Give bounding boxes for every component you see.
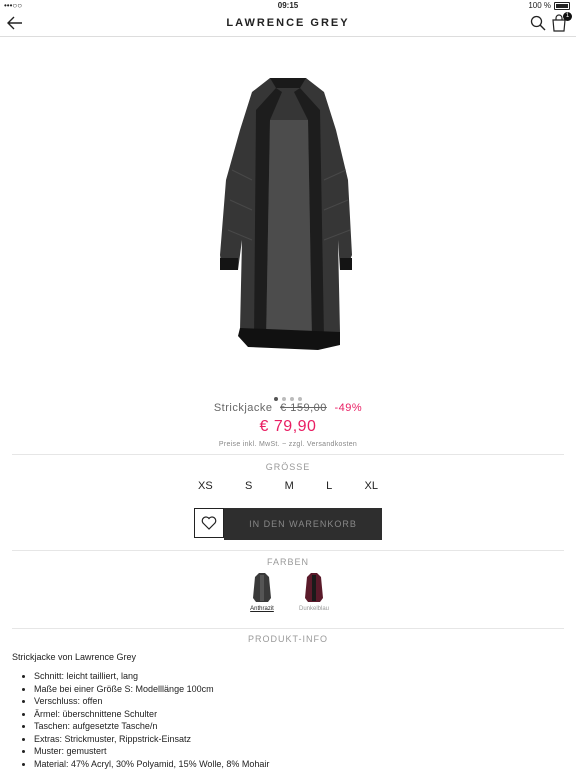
product-image[interactable] [200, 70, 376, 355]
color-label: Dunkelblau [294, 606, 334, 612]
detail-item: Ärmel: überschnittene Schulter [34, 708, 269, 721]
clock: 09:15 [0, 1, 576, 10]
price-note: Preise inkl. MwSt. ~ zzgl. Versandkosten [0, 441, 576, 448]
sale-price: € 79,90 [0, 418, 576, 436]
battery-icon [554, 2, 570, 10]
purchase-actions: IN DEN WARENKORB [194, 508, 382, 540]
pager-dot[interactable] [298, 397, 302, 401]
pager-dot[interactable] [274, 397, 278, 401]
size-option-s[interactable]: S [245, 480, 252, 494]
color-label: Anthrazit [242, 606, 282, 612]
discount-badge: -49% [334, 402, 362, 414]
detail-item: Muster: gemustert [34, 745, 269, 758]
add-to-cart-button[interactable]: IN DEN WARENKORB [224, 508, 382, 540]
pager-dot[interactable] [282, 397, 286, 401]
detail-item: Verschluss: offen [34, 695, 269, 708]
battery-level: 100 % [528, 1, 551, 10]
color-swatch-image [252, 572, 272, 604]
search-icon[interactable] [530, 15, 546, 31]
detail-item: Extras: Strickmuster, Rippstrick-Einsatz [34, 733, 269, 746]
cart-count-badge: 1 [563, 12, 572, 21]
size-option-l[interactable]: L [326, 480, 332, 494]
detail-item: Taschen: aufgesetzte Tasche/n [34, 720, 269, 733]
battery-indicator: 100 % [528, 1, 570, 10]
color-option-dunkelblau[interactable]: Dunkelblau [294, 572, 334, 616]
detail-item: Material: 47% Acryl, 30% Polyamid, 15% W… [34, 758, 269, 770]
product-name: Strickjacke [214, 402, 273, 414]
divider [12, 454, 564, 455]
product-details-list: Schnitt: leicht tailliert, lang Maße bei… [12, 670, 269, 770]
detail-item: Maße bei einer Größe S: Modelllänge 100c… [34, 683, 269, 696]
size-option-xs[interactable]: XS [198, 480, 213, 494]
wishlist-button[interactable] [194, 508, 224, 538]
product-name-line: Strickjacke € 159,00 -49% [0, 402, 576, 414]
product-info-title: PRODUKT-INFO [0, 634, 576, 644]
nav-bar: LAWRENCE GREY 1 [0, 12, 576, 37]
size-option-xl[interactable]: XL [365, 480, 378, 494]
status-bar: •••○○ 09:15 100 % [0, 0, 576, 12]
old-price: € 159,00 [280, 402, 327, 414]
size-selector: XS S M L XL [198, 480, 378, 494]
cart-button[interactable]: 1 [550, 14, 568, 32]
divider [12, 550, 564, 551]
brand-title: LAWRENCE GREY [0, 17, 576, 29]
pager-dot[interactable] [290, 397, 294, 401]
size-option-m[interactable]: M [285, 480, 294, 494]
color-option-anthrazit[interactable]: Anthrazit [242, 572, 282, 616]
divider [12, 628, 564, 629]
heart-icon [201, 516, 217, 530]
sizes-title: GRÖSSE [0, 462, 576, 472]
colors-title: FARBEN [0, 557, 576, 567]
detail-item: Schnitt: leicht tailliert, lang [34, 670, 269, 683]
product-description: Strickjacke von Lawrence Grey [12, 652, 136, 662]
color-swatch-image [304, 572, 324, 604]
